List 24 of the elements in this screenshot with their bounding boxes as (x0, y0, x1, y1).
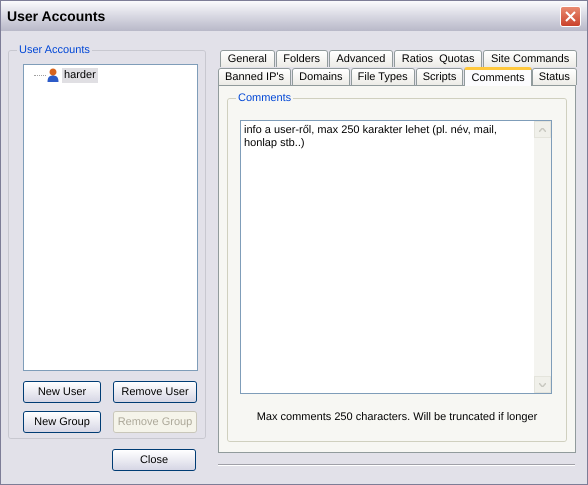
tab[interactable]: Site Commands (483, 50, 577, 67)
tab[interactable]: Banned IP's (218, 68, 292, 85)
hint-text: Max comments 250 characters. Will be truncated if longer (256, 410, 538, 425)
window-title: User Accounts (7, 6, 106, 26)
tab[interactable]: Domains (292, 68, 350, 85)
tab[interactable]: Comments (464, 67, 532, 86)
close-icon[interactable] (560, 6, 581, 26)
tab[interactable]: Folders (276, 50, 328, 67)
tab[interactable]: Advanced (328, 50, 394, 67)
tree-item[interactable]: harder (62, 68, 98, 82)
scrollbar[interactable] (534, 121, 551, 393)
scroll-down-button[interactable] (534, 376, 551, 393)
comments-field[interactable]: info a user-ről, max 250 karakter lehet (pl. név, mail, honlap stb..) (240, 120, 552, 394)
tab[interactable]: General (220, 50, 275, 67)
account-button[interactable]: Remove User (113, 381, 197, 403)
account-button[interactable]: New User (23, 381, 101, 403)
scroll-up-button[interactable] (534, 121, 551, 138)
close-button[interactable]: Close (112, 449, 196, 471)
tab[interactable]: File Types (350, 68, 415, 85)
account-button[interactable]: New Group (23, 411, 101, 433)
tab[interactable]: Scripts (416, 68, 464, 85)
tab[interactable]: Ratios Quotas (394, 50, 482, 67)
tab[interactable]: Status (532, 68, 577, 85)
user-icon (47, 68, 59, 82)
